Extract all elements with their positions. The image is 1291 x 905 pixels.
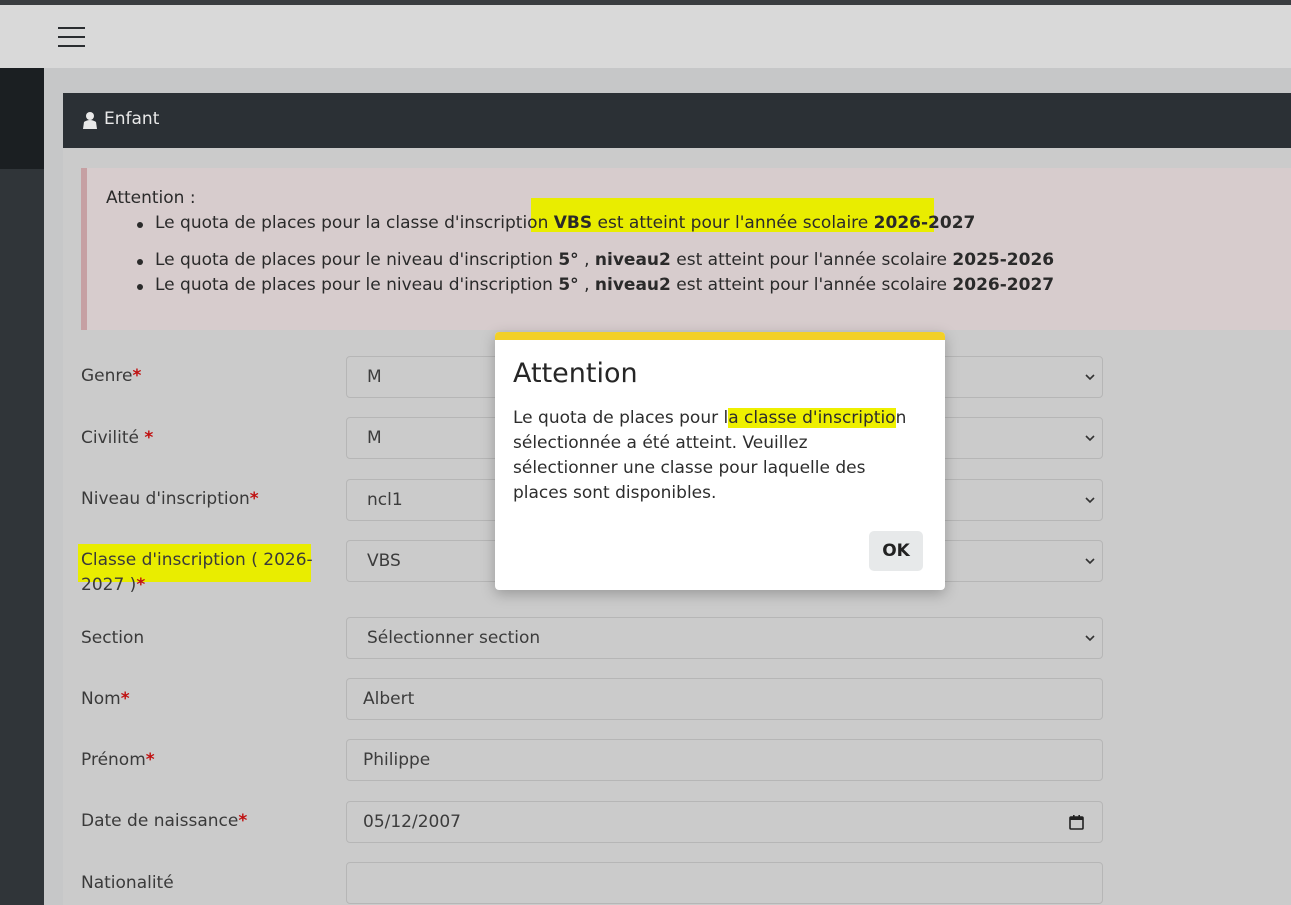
section-label: Section [81, 628, 145, 648]
ok-button[interactable]: OK [869, 531, 923, 571]
chevron-down-icon [1085, 635, 1095, 642]
nom-input[interactable]: Albert [346, 678, 1103, 720]
civilite-label: Civilité * [81, 428, 154, 448]
modal-title: Attention [513, 358, 638, 389]
user-icon [83, 112, 97, 129]
quota-alert: Attention : Le quota de places pour la c… [81, 168, 1291, 330]
nationalite-label: Nationalité [81, 873, 174, 893]
genre-label: Genre* [81, 366, 142, 386]
card-header: Enfant [63, 93, 1291, 148]
alert-item: Le quota de places pour le niveau d'insc… [136, 275, 1055, 295]
hamburger-menu-icon[interactable] [58, 27, 85, 47]
classe-label-line2: 2027 )* [81, 575, 146, 595]
top-navbar [0, 5, 1291, 68]
nationalite-input[interactable] [346, 862, 1103, 904]
alert-item: Le quota de places pour la classe d'insc… [136, 213, 976, 233]
classe-label: Classe d'inscription ( 2026- [81, 550, 313, 570]
nom-label: Nom* [81, 689, 130, 709]
niveau-label: Niveau d'inscription* [81, 489, 259, 509]
modal-message: Le quota de places pour la classe d'insc… [513, 408, 907, 503]
calendar-icon[interactable] [1069, 814, 1084, 830]
section-select[interactable]: Sélectionner section [346, 617, 1103, 659]
alert-heading: Attention : [106, 188, 196, 208]
chevron-down-icon [1085, 497, 1095, 504]
chevron-down-icon [1085, 435, 1095, 442]
naissance-label: Date de naissance* [81, 811, 248, 831]
date-naissance-input[interactable]: 05/12/2007 [346, 801, 1103, 843]
sidebar [0, 68, 44, 905]
prenom-input[interactable]: Philippe [346, 739, 1103, 781]
card-title: Enfant [104, 109, 160, 129]
modal-accent-bar [495, 332, 945, 340]
chevron-down-icon [1085, 374, 1095, 381]
chevron-down-icon [1085, 558, 1095, 565]
attention-modal: Attention Le quota de places pour la cla… [495, 332, 945, 590]
alert-item: Le quota de places pour le niveau d'insc… [136, 250, 1055, 270]
prenom-label: Prénom* [81, 750, 155, 770]
sidebar-active-block [0, 68, 44, 169]
